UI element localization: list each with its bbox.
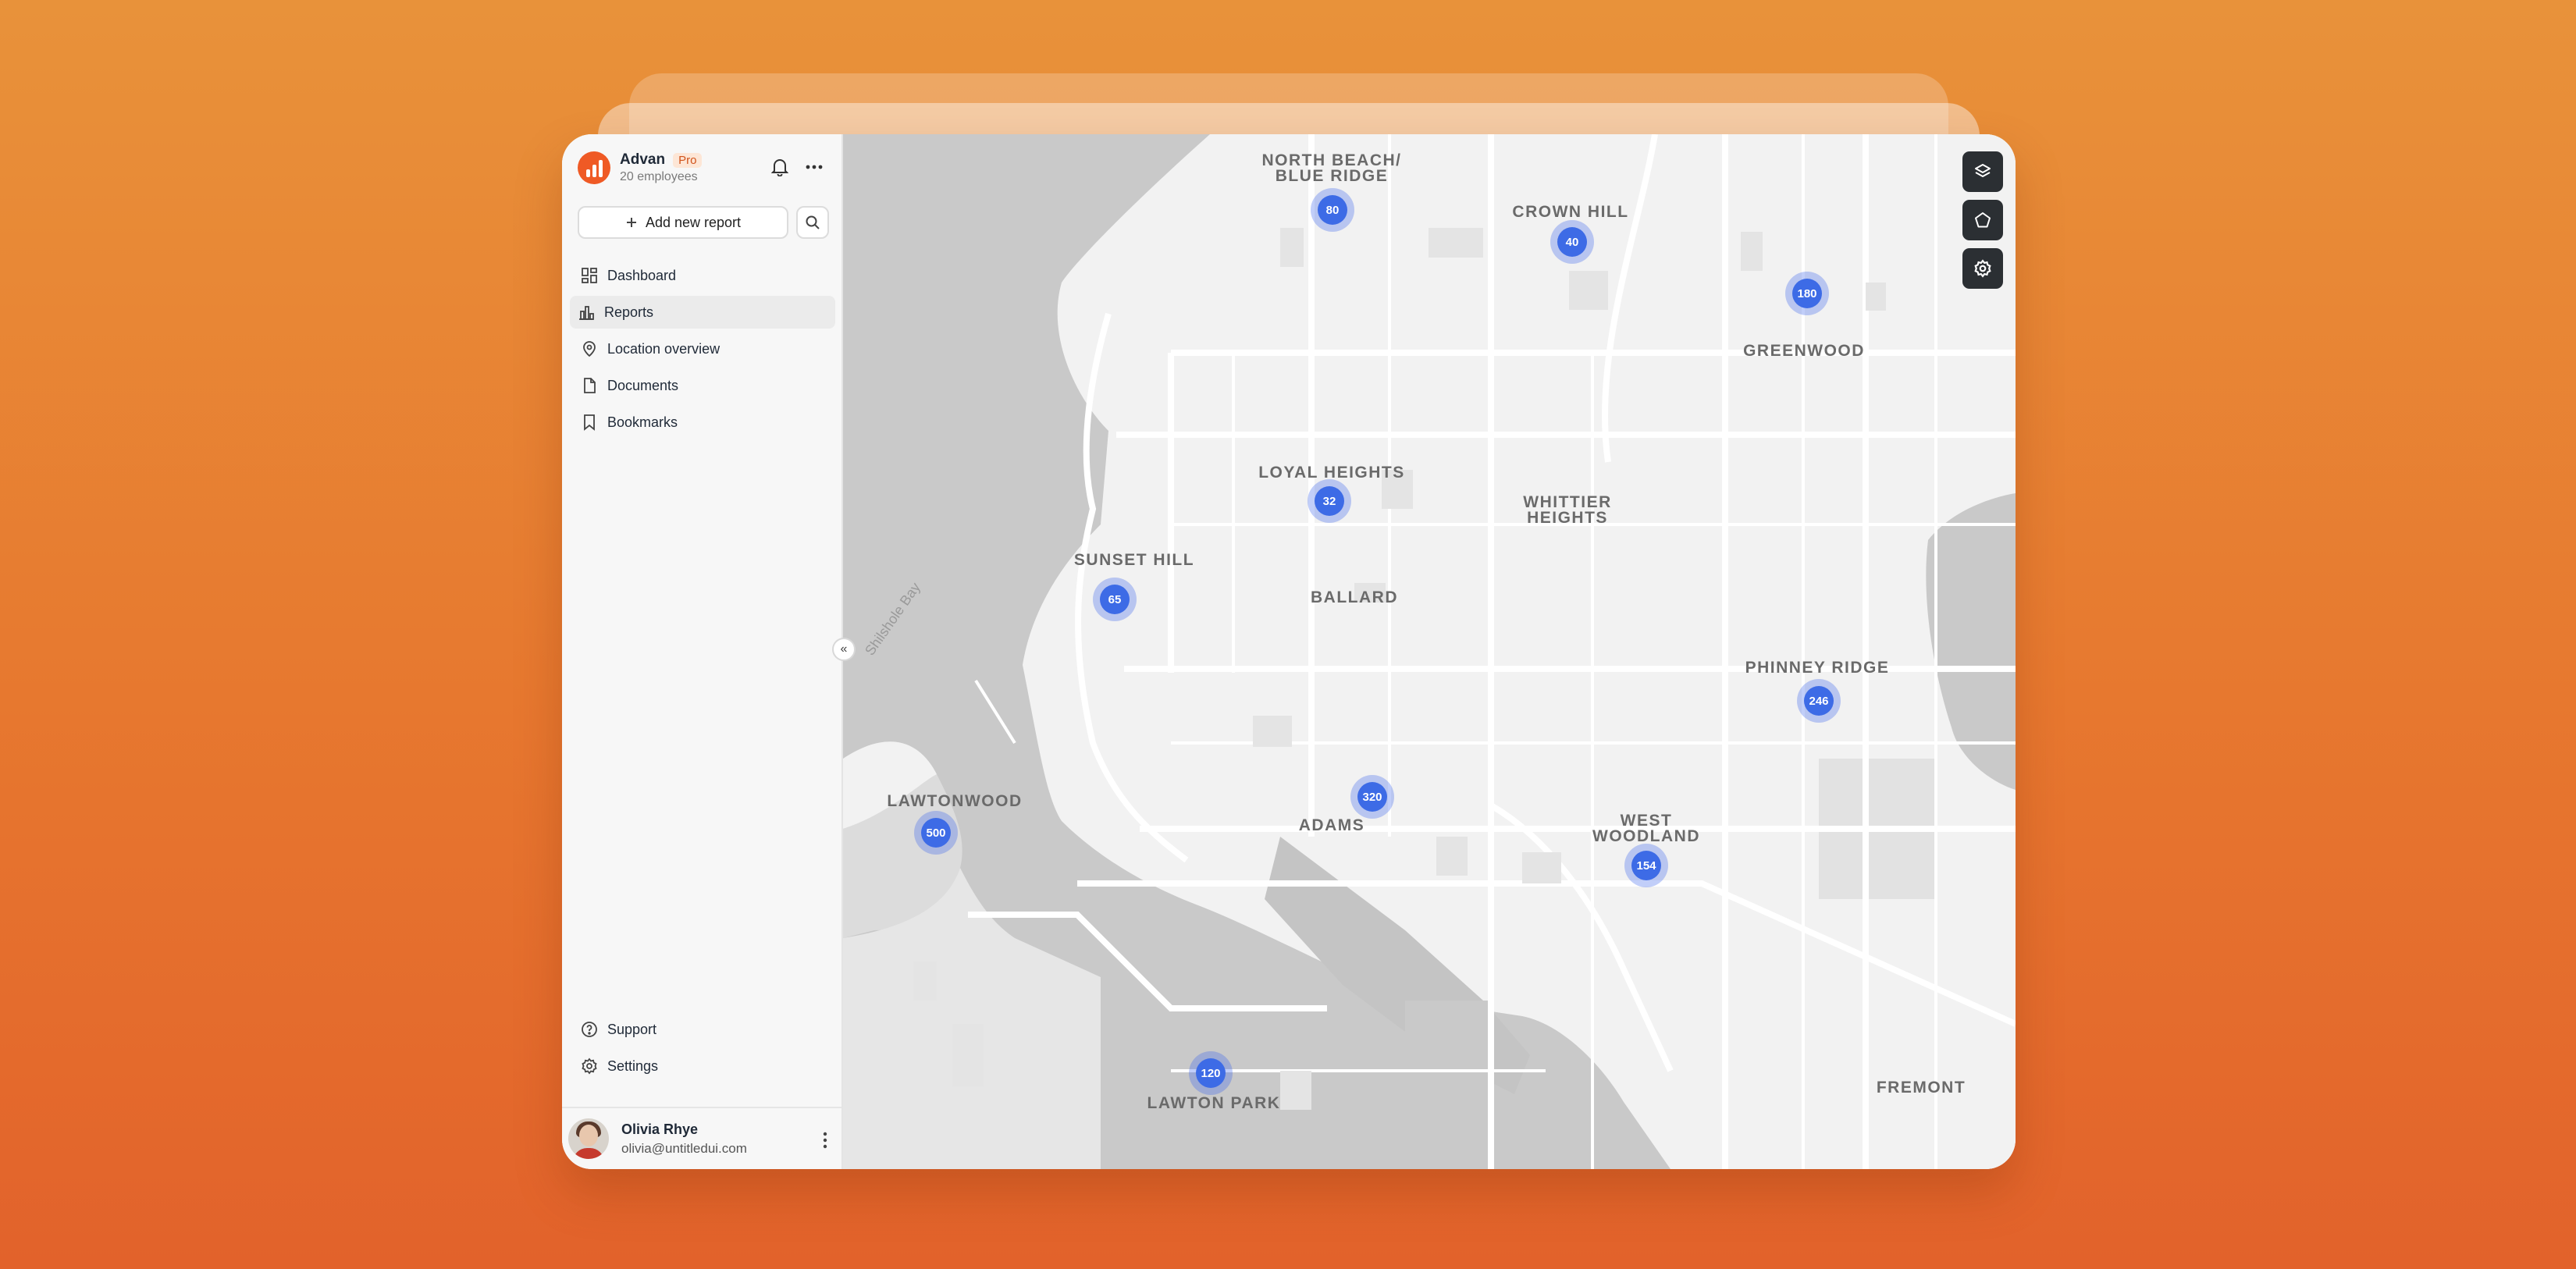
sidebar: Advan Pro 20 employees Add new report Da… xyxy=(562,134,843,1169)
app-window: Advan Pro 20 employees Add new report Da… xyxy=(562,134,2016,1169)
place-label: SUNSET HILL xyxy=(1073,551,1195,569)
nav-label: Settings xyxy=(607,1058,659,1074)
advan-logo-icon xyxy=(578,151,610,184)
file-icon xyxy=(584,378,596,393)
nav-label: Documents xyxy=(607,377,679,393)
brand-subtitle: 20 employees xyxy=(620,170,698,183)
bell-icon[interactable] xyxy=(771,158,788,176)
place-label: WEST WOODLAND xyxy=(1592,812,1700,845)
map-cluster-marker[interactable]: 320 xyxy=(1350,775,1394,819)
nav-label: Bookmarks xyxy=(607,414,678,430)
nav-item-settings[interactable]: Settings xyxy=(570,1050,835,1082)
map-pin-icon xyxy=(583,341,596,357)
map-cluster-marker[interactable]: 154 xyxy=(1624,844,1668,887)
cluster-count: 40 xyxy=(1557,227,1587,257)
map-base xyxy=(843,134,2016,1169)
avatar xyxy=(568,1118,609,1159)
bookmark-icon xyxy=(584,414,595,431)
more-horizontal-icon[interactable] xyxy=(806,165,823,169)
map-cluster-marker[interactable]: 40 xyxy=(1550,220,1594,264)
cluster-count: 154 xyxy=(1631,851,1661,880)
nav-item-documents[interactable]: Documents xyxy=(570,369,835,402)
map-cluster-marker[interactable]: 500 xyxy=(914,811,958,855)
nav-item-reports[interactable]: Reports xyxy=(570,296,835,329)
cluster-count: 320 xyxy=(1357,782,1387,812)
bottom-nav: Support Settings xyxy=(570,1013,835,1086)
layers-icon xyxy=(1975,164,1991,177)
place-label: ADAMS xyxy=(1298,816,1365,834)
place-label: FREMONT xyxy=(1876,1079,1966,1097)
dashboard-icon xyxy=(582,268,597,283)
add-new-report-label: Add new report xyxy=(645,214,742,230)
nav-item-dashboard[interactable]: Dashboard xyxy=(570,259,835,292)
main-nav: Dashboard Reports Location overview Docu… xyxy=(570,259,835,443)
add-new-report-button[interactable]: Add new report xyxy=(578,206,788,239)
collapse-sidebar-button[interactable]: « xyxy=(832,638,856,661)
nav-label: Location overview xyxy=(607,340,720,357)
chevrons-left-icon: « xyxy=(840,642,848,656)
place-label: LAWTONWOOD xyxy=(887,792,1023,810)
layers-button[interactable] xyxy=(1962,151,2003,192)
settings-icon xyxy=(582,1058,597,1075)
draw-polygon-button[interactable] xyxy=(1962,200,2003,240)
cluster-count: 80 xyxy=(1318,195,1347,225)
cluster-count: 246 xyxy=(1804,686,1834,716)
bar-chart-icon xyxy=(579,306,594,320)
map-cluster-marker[interactable]: 246 xyxy=(1797,679,1841,723)
plus-icon xyxy=(626,218,636,227)
map-cluster-marker[interactable]: 180 xyxy=(1785,272,1829,315)
polygon-icon xyxy=(1975,212,1991,228)
plan-badge: Pro xyxy=(673,152,703,168)
nav-label: Reports xyxy=(604,304,654,320)
place-label: WHITTIER HEIGHTS xyxy=(1523,493,1612,527)
place-label: LOYAL HEIGHTS xyxy=(1258,464,1405,482)
search-button[interactable] xyxy=(796,206,829,239)
cluster-count: 32 xyxy=(1315,486,1344,516)
settings-icon xyxy=(1974,259,1991,278)
place-label: NORTH BEACH/ BLUE RIDGE xyxy=(1261,151,1402,185)
search-icon xyxy=(806,215,820,229)
place-label: LAWTON PARK xyxy=(1147,1094,1281,1112)
more-vertical-icon[interactable] xyxy=(823,1132,827,1153)
user-profile[interactable]: Olivia Rhye olivia@untitledui.com xyxy=(562,1107,841,1169)
help-circle-icon xyxy=(582,1022,597,1037)
map-view[interactable]: Shilshole Bay NORTH BEACH/ BLUE RIDGE CR… xyxy=(843,134,2016,1169)
nav-item-location-overview[interactable]: Location overview xyxy=(570,332,835,365)
brand[interactable]: Advan Pro 20 employees xyxy=(578,151,703,184)
place-label: GREENWOOD xyxy=(1743,342,1865,360)
map-toolbar xyxy=(1962,151,2003,289)
cluster-count: 180 xyxy=(1792,279,1822,308)
place-label: CROWN HILL xyxy=(1512,203,1629,221)
nav-label: Dashboard xyxy=(607,267,677,283)
nav-label: Support xyxy=(607,1021,657,1037)
nav-item-support[interactable]: Support xyxy=(570,1013,835,1046)
place-label: PHINNEY RIDGE xyxy=(1745,659,1890,677)
cluster-count: 65 xyxy=(1100,585,1130,614)
map-cluster-marker[interactable]: 32 xyxy=(1308,479,1351,523)
user-email: olivia@untitledui.com xyxy=(621,1140,747,1156)
nav-item-bookmarks[interactable]: Bookmarks xyxy=(570,406,835,439)
brand-name: Advan xyxy=(620,151,666,168)
place-label: BALLARD xyxy=(1311,588,1398,606)
cluster-count: 120 xyxy=(1196,1058,1226,1088)
map-settings-button[interactable] xyxy=(1962,248,2003,289)
user-name: Olivia Rhye xyxy=(621,1121,699,1137)
map-cluster-marker[interactable]: 65 xyxy=(1093,578,1137,621)
cluster-count: 500 xyxy=(921,818,951,848)
map-cluster-marker[interactable]: 80 xyxy=(1311,188,1354,232)
map-cluster-marker[interactable]: 120 xyxy=(1189,1051,1233,1095)
